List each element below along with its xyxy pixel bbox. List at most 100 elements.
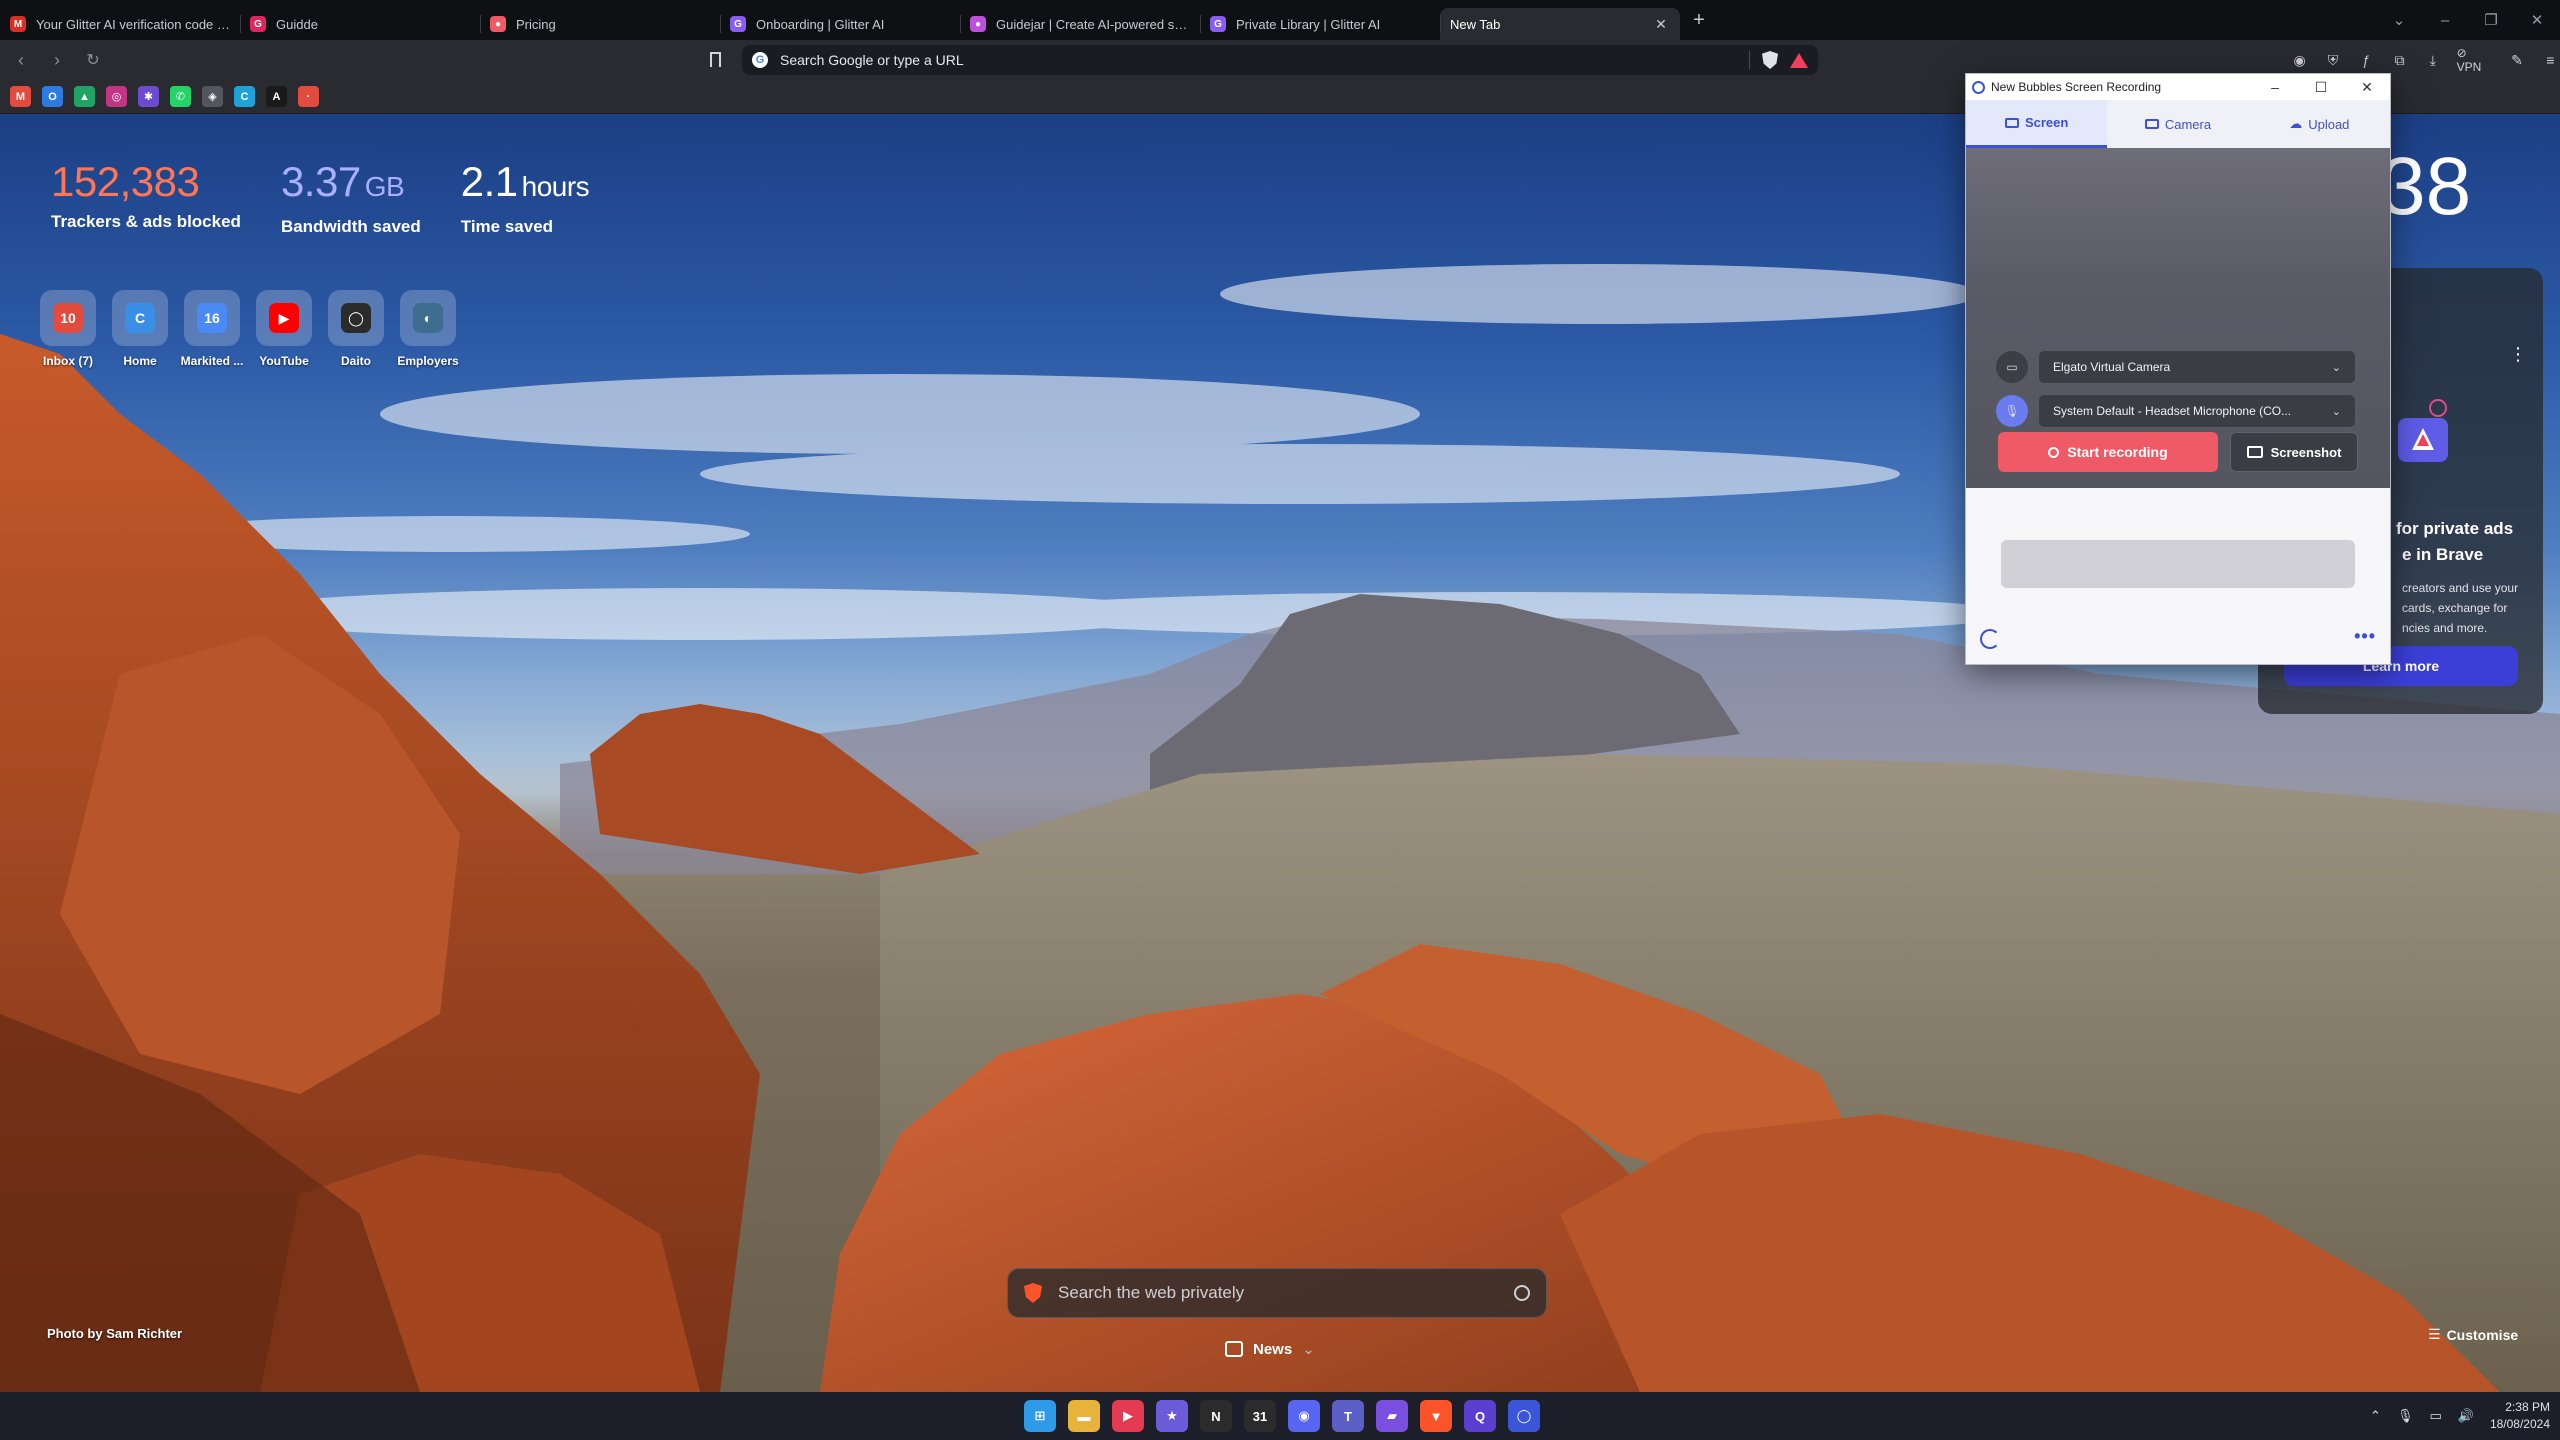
back-button[interactable]: ‹ <box>6 45 36 75</box>
stat-bandwidth: 3.37 GB Bandwidth saved <box>281 158 421 237</box>
bookmark-icon[interactable] <box>710 52 721 67</box>
brave-icon[interactable]: ▼ <box>1420 1400 1452 1432</box>
tab-search-icon[interactable]: ⌄ <box>2376 11 2422 29</box>
bubbles-titlebar: New Bubbles Screen Recording – ☐ ✕ <box>1966 74 2390 100</box>
browser-tab[interactable]: ● Pricing <box>480 8 720 40</box>
chatgpt-icon[interactable]: ◈ <box>202 86 223 107</box>
outlook-icon[interactable]: O <box>42 86 63 107</box>
system-clock[interactable]: 2:38 PM 18/08/2024 <box>2490 1399 2550 1433</box>
search-placeholder[interactable]: Search the web privately <box>1058 1283 1498 1303</box>
clipchamp-icon[interactable]: ▰ <box>1376 1400 1408 1432</box>
windows-start-icon[interactable]: ⊞ <box>1024 1400 1056 1432</box>
start-recording-button[interactable]: Start recording <box>1998 432 2218 472</box>
tab-screen[interactable]: Screen <box>1966 100 2108 148</box>
customise-label: Customise <box>2446 1326 2519 1343</box>
close-tab-icon[interactable]: ✕ <box>1652 15 1670 33</box>
network-icon[interactable]: ▭ <box>2429 1408 2441 1424</box>
customise-button[interactable]: ☰ Customise <box>2428 1326 2518 1343</box>
cloud-upload-icon: ☁ <box>2289 116 2303 131</box>
top-site-icon-frame: ▶ <box>256 290 312 346</box>
volume-icon[interactable]: 🔊 <box>2458 1408 2474 1424</box>
tray-chevron-icon[interactable]: ⌃ <box>2370 1408 2381 1424</box>
vpn-label: VPN <box>2456 60 2482 74</box>
app-q-icon[interactable]: Q <box>1464 1400 1496 1432</box>
screenshot-button[interactable]: Screenshot <box>2230 432 2358 472</box>
bubbles-minimize-button[interactable]: – <box>2252 79 2298 95</box>
download-icon[interactable]: ⤓ <box>2423 50 2442 70</box>
app-icon[interactable]: ✱ <box>138 86 159 107</box>
bubbles-mode-tabs: Screen Camera ☁ Upload <box>1966 100 2390 148</box>
restore-button[interactable]: ❐ <box>2468 11 2514 29</box>
tab-title: Guidde <box>276 16 318 32</box>
browser-tab[interactable]: G Private Library | Glitter AI <box>1200 8 1440 40</box>
camera-select[interactable]: Elgato Virtual Camera ⌄ <box>2038 350 2356 384</box>
screenshot-icon <box>2246 446 2263 458</box>
discord-icon[interactable]: ◉ <box>1288 1400 1320 1432</box>
forward-button[interactable]: › <box>42 45 72 75</box>
tab-screen-label: Screen <box>2024 115 2069 130</box>
more-options-icon[interactable]: ••• <box>2354 626 2376 647</box>
browser-tab[interactable]: M Your Glitter AI verification code - p <box>0 8 240 40</box>
system-tray: ⌃ 🎙 ▭ 🔊 2:38 PM 18/08/2024 <box>2370 1392 2550 1440</box>
browser-tab[interactable]: G Guidde <box>240 8 480 40</box>
close-window-button[interactable]: ✕ <box>2514 11 2560 29</box>
dot-icon[interactable]: · <box>298 86 319 107</box>
extension-shield-icon[interactable]: ⛨ <box>2323 50 2342 70</box>
browser-tab[interactable]: ● Guidejar | Create AI-powered step- <box>960 8 1200 40</box>
tab-upload[interactable]: ☁ Upload <box>2249 100 2390 148</box>
new-tab-button[interactable]: + <box>1684 5 1714 35</box>
microphone-tray-icon[interactable]: 🎙 <box>2397 1408 2414 1424</box>
browser-tab[interactable]: G Onboarding | Glitter AI <box>720 8 960 40</box>
drive-icon[interactable]: ▲ <box>74 86 95 107</box>
extension-circle-icon[interactable]: ◉ <box>2290 50 2309 70</box>
calendar-app-icon[interactable]: 31 <box>1244 1400 1276 1432</box>
notion-icon[interactable]: N <box>1200 1400 1232 1432</box>
microphone-select[interactable]: System Default - Headset Microphone (CO.… <box>2038 394 2356 428</box>
extensions-puzzle-icon[interactable]: ⧉ <box>2390 50 2409 70</box>
menu-icon[interactable]: ≡ <box>2541 50 2560 70</box>
cast-icon[interactable]: ▶ <box>1112 1400 1144 1432</box>
tab-camera[interactable]: Camera <box>2107 100 2248 148</box>
bubbles-close-button[interactable]: ✕ <box>2344 79 2390 96</box>
top-site-tile[interactable]: ▶ YouTube <box>256 290 312 368</box>
instagram-icon[interactable]: ◎ <box>106 86 127 107</box>
top-site-tile[interactable]: ◐ Employers <box>397 290 459 368</box>
brave-rewards-icon[interactable] <box>1790 52 1808 68</box>
top-site-tile[interactable]: 10 Inbox (7) <box>40 290 96 368</box>
teams-icon[interactable]: T <box>1332 1400 1364 1432</box>
gmail-icon[interactable]: M <box>10 86 31 107</box>
photo-credit[interactable]: Photo by Sam Richter <box>47 1326 182 1341</box>
top-site-tile[interactable]: C Home <box>112 290 168 368</box>
extension-fx-icon[interactable]: ƒ <box>2357 50 2376 70</box>
anthropic-icon[interactable]: A <box>266 86 287 107</box>
bubbles-window-title: New Bubbles Screen Recording <box>1991 80 2162 94</box>
top-site-tile[interactable]: 16 Markited ... <box>181 290 243 368</box>
file-explorer-icon[interactable]: ▬ <box>1068 1400 1100 1432</box>
news-button[interactable]: News ⌄ <box>1225 1340 1315 1358</box>
omnibox-text[interactable]: Search Google or type a URL <box>780 52 1737 68</box>
reload-button[interactable]: ↻ <box>78 45 108 75</box>
search-icon[interactable] <box>1514 1285 1530 1301</box>
whatsapp-icon[interactable]: ✆ <box>170 86 191 107</box>
omnibox[interactable]: G Search Google or type a URL <box>742 45 1818 75</box>
sliders-icon: ☰ <box>2428 1326 2441 1342</box>
camera-toggle-icon[interactable]: ▭ <box>1996 351 2028 383</box>
leo-ai-icon[interactable]: ✎ <box>2507 50 2526 70</box>
canva-icon[interactable]: C <box>234 86 255 107</box>
brave-search-box[interactable]: Search the web privately <box>1007 1268 1547 1318</box>
card-menu-icon[interactable]: ⋮ <box>2509 344 2527 365</box>
brave-logo-icon <box>1024 1283 1042 1303</box>
tab-title: Your Glitter AI verification code - p <box>36 16 230 32</box>
top-site-tile[interactable]: ◯ Daito <box>328 290 384 368</box>
bubbles-maximize-button[interactable]: ☐ <box>2298 79 2344 96</box>
bubbles-icon[interactable]: ◯ <box>1508 1400 1540 1432</box>
microphone-toggle-icon[interactable]: 🎙 <box>1996 395 2028 427</box>
stat-time: 2.1 hours Time saved <box>461 158 590 237</box>
app-star-icon[interactable]: ★ <box>1156 1400 1188 1432</box>
brave-shields-icon[interactable] <box>1762 51 1778 69</box>
browser-tab[interactable]: New Tab ✕ <box>1440 8 1680 40</box>
minimize-button[interactable]: – <box>2422 12 2468 29</box>
vpn-button[interactable]: ⊘ VPN <box>2457 46 2494 74</box>
top-site-icon-frame: ◯ <box>328 290 384 346</box>
top-site-icon-frame: 16 <box>184 290 240 346</box>
